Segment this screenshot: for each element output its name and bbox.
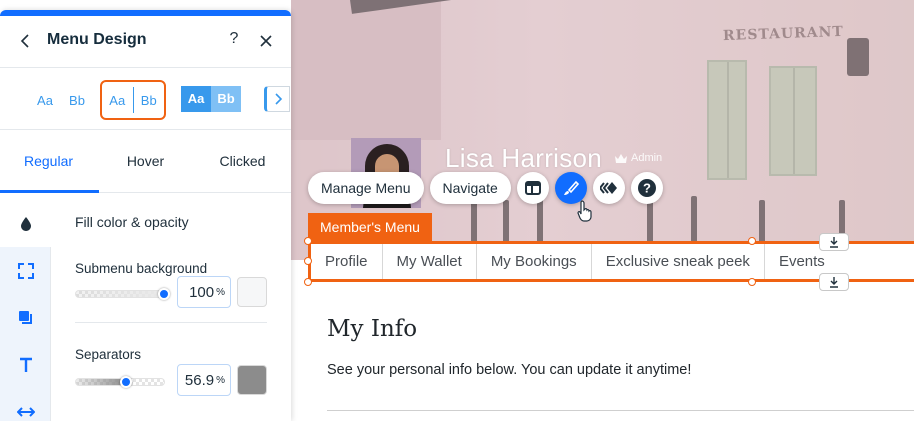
resize-handle-bottom[interactable] (748, 278, 756, 286)
layout-icon (524, 181, 541, 195)
preset-plain[interactable]: Aa Bb (29, 80, 93, 120)
element-toolbar: Manage Menu Navigate ? (308, 172, 663, 204)
section-divider (75, 322, 267, 323)
design-category-rail (0, 200, 51, 421)
admin-badge: Admin (615, 152, 662, 164)
menu-item-my-wallet[interactable]: My Wallet (383, 244, 477, 279)
shadow-icon (18, 310, 32, 324)
rail-shadow[interactable] (0, 294, 51, 341)
rail-fill-color[interactable] (0, 200, 51, 247)
rail-text[interactable] (0, 341, 51, 388)
site-canvas: RESTAURANT Lisa Harrison Admin Manage Me… (291, 0, 914, 421)
crown-icon (615, 153, 627, 163)
tab-regular[interactable]: Regular (0, 130, 97, 192)
animation-icon (599, 182, 617, 194)
preset-label: Aa (109, 92, 126, 108)
admin-label: Admin (631, 152, 663, 164)
preset-label: Aa (181, 86, 211, 112)
menu-item-my-bookings[interactable]: My Bookings (477, 244, 592, 279)
preset-label: Bb (69, 92, 85, 108)
slider-thumb[interactable] (120, 376, 133, 388)
panel-title: Menu Design (47, 31, 147, 48)
spacing-icon (16, 406, 35, 417)
help-button[interactable]: ? (630, 172, 663, 204)
animation-button[interactable] (592, 172, 625, 204)
slider-thumb[interactable] (158, 288, 170, 300)
separators-label: Separators (75, 347, 142, 362)
members-menu-tag[interactable]: Member's Menu (308, 213, 432, 241)
page-description: See your personal info below. You can up… (327, 362, 692, 378)
submenu-opacity-input[interactable]: 100% (177, 276, 231, 308)
resize-handle-top-left[interactable] (304, 237, 312, 245)
help-icon[interactable]: ? (226, 30, 242, 48)
separators-color-swatch[interactable] (237, 365, 267, 395)
menu-item-profile[interactable]: Profile (311, 244, 383, 279)
divider (327, 410, 914, 411)
fill-drop-icon (20, 216, 31, 231)
active-tab-indicator (0, 190, 99, 193)
state-tabs: Regular Hover Clicked (0, 130, 291, 193)
opacity-unit: % (216, 286, 225, 298)
menu-item-exclusive-sneak-peek[interactable]: Exclusive sneak peek (592, 244, 765, 279)
download-icon (830, 277, 838, 288)
opacity-unit: % (216, 374, 225, 386)
slider-fill (76, 379, 127, 385)
navigate-button[interactable]: Navigate (429, 172, 511, 204)
stretch-top-button[interactable] (819, 233, 849, 251)
opacity-value: 56.9 (184, 371, 215, 389)
resize-handle-left[interactable] (304, 257, 312, 265)
design-presets: Aa Bb Aa Bb Aa Bb (0, 68, 291, 130)
download-icon (830, 237, 838, 248)
tab-clicked[interactable]: Clicked (194, 130, 291, 192)
back-arrow-icon[interactable] (18, 34, 32, 48)
resize-handle-bottom-left[interactable] (304, 278, 312, 286)
page-title: My Info (327, 316, 418, 342)
submenu-background-label: Submenu background (75, 261, 208, 276)
submenu-opacity-slider[interactable] (75, 288, 170, 300)
submenu-color-swatch[interactable] (237, 277, 267, 307)
question-icon: ? (637, 179, 656, 197)
opacity-value: 100 (189, 283, 215, 301)
section-title: Fill color & opacity (75, 214, 189, 230)
member-name: Lisa Harrison (445, 143, 603, 173)
menu-design-panel: Menu Design ? Aa Bb Aa Bb Aa Bb Regular … (0, 10, 291, 421)
manage-menu-button[interactable]: Manage Menu (308, 172, 424, 204)
text-icon (19, 357, 32, 372)
preset-label: Bb (140, 92, 157, 108)
preset-label: Aa (37, 92, 53, 108)
separators-opacity-input[interactable]: 56.9% (177, 364, 231, 396)
rail-corners[interactable] (0, 247, 51, 294)
paintbrush-icon (563, 180, 579, 195)
chevron-right-icon (275, 93, 283, 105)
preset-label: Bb (211, 86, 241, 112)
preset-divided-selected[interactable]: Aa Bb (100, 80, 166, 120)
corners-icon (17, 262, 34, 279)
rail-spacing[interactable] (0, 388, 51, 421)
panel-header: Menu Design ? (0, 16, 291, 68)
stretch-bottom-button[interactable] (819, 273, 849, 291)
svg-text:?: ? (643, 181, 651, 196)
preset-filled[interactable]: Aa Bb (181, 86, 241, 112)
slider-fill (76, 291, 164, 297)
close-icon[interactable] (259, 34, 273, 48)
separators-opacity-slider[interactable] (75, 376, 165, 388)
tab-hover[interactable]: Hover (97, 130, 194, 192)
presets-next-button[interactable] (264, 86, 290, 112)
layout-button[interactable] (516, 172, 549, 204)
resize-handle-top[interactable] (748, 237, 756, 245)
hand-cursor-icon (577, 200, 592, 222)
